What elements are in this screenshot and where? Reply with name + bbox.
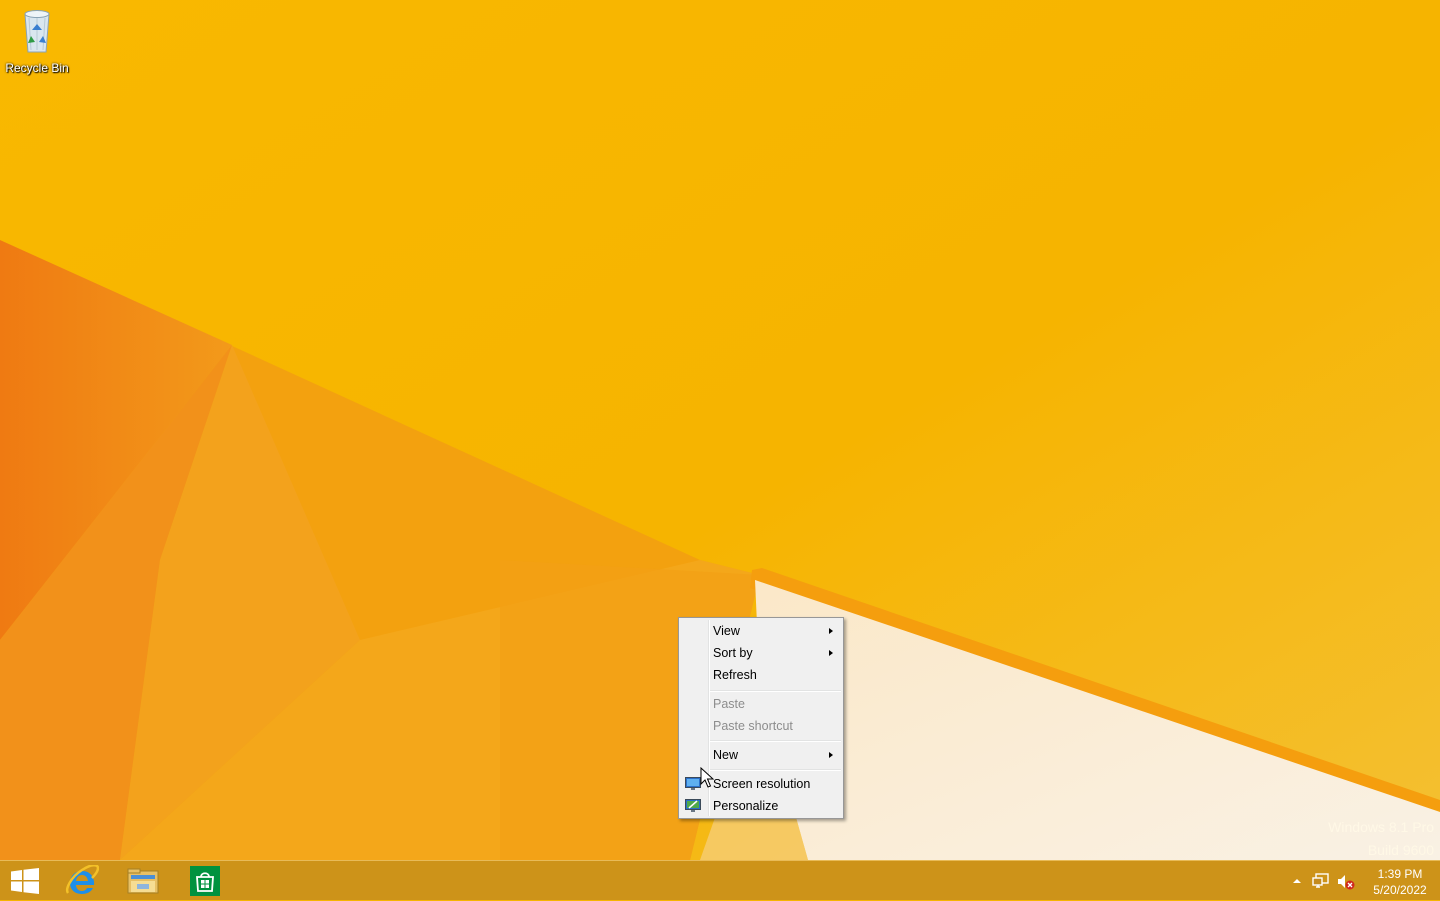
menu-item-label: Paste shortcut — [713, 719, 793, 733]
menu-item-paste-shortcut[interactable]: Paste shortcut — [681, 715, 841, 737]
file-explorer-icon — [127, 868, 159, 894]
menu-item-label: View — [713, 624, 740, 638]
menu-item-personalize[interactable]: Personalize — [681, 795, 841, 817]
recycle-bin-icon — [24, 10, 50, 53]
menu-item-view[interactable]: View — [681, 620, 841, 642]
windows-watermark: Windows 8.1 Pro Build 9600 — [1328, 816, 1434, 860]
start-button[interactable] — [0, 861, 50, 901]
internet-explorer-icon — [66, 865, 99, 894]
watermark-build: Build 9600 — [1367, 842, 1434, 858]
show-hidden-icons-arrow-icon[interactable] — [1292, 877, 1302, 885]
taskbar-internet-explorer-button[interactable] — [54, 861, 110, 901]
menu-separator — [710, 769, 841, 771]
desktop-icon-recycle-bin[interactable]: Recycle Bin — [4, 6, 70, 75]
menu-separator — [710, 740, 841, 742]
menu-item-label: Screen resolution — [713, 777, 811, 791]
taskbar-file-explorer-button[interactable] — [114, 861, 170, 901]
clock-time: 1:39 PM — [1377, 867, 1423, 881]
menu-separator — [710, 690, 841, 692]
taskbar-store-button[interactable] — [176, 861, 232, 901]
menu-item-paste[interactable]: Paste — [681, 693, 841, 715]
menu-item-label: Sort by — [713, 646, 753, 660]
menu-item-refresh[interactable]: Refresh — [681, 664, 841, 686]
clock-date: 5/20/2022 — [1373, 883, 1427, 897]
menu-item-label: Refresh — [713, 668, 757, 682]
menu-item-label: New — [713, 748, 739, 762]
submenu-arrow-icon — [829, 752, 833, 758]
store-icon — [190, 866, 220, 896]
menu-item-label: Paste — [713, 697, 745, 711]
menu-item-new[interactable]: New — [681, 744, 841, 766]
submenu-arrow-icon — [829, 650, 833, 656]
volume-muted-icon[interactable] — [1337, 873, 1355, 890]
desktop-icon-label: Recycle Bin — [5, 61, 69, 75]
menu-item-label: Personalize — [713, 799, 779, 813]
menu-item-sort-by[interactable]: Sort by — [681, 642, 841, 664]
taskbar: 1:39 PM 5/20/2022 — [0, 860, 1440, 900]
windows-logo-icon — [11, 868, 39, 894]
watermark-edition: Windows 8.1 Pro — [1328, 819, 1434, 835]
taskbar-clock[interactable]: 1:39 PM 5/20/2022 — [1364, 866, 1436, 898]
mouse-cursor-icon — [700, 767, 714, 788]
submenu-arrow-icon — [829, 628, 833, 634]
desktop[interactable]: Recycle Bin Windows 8.1 Pro Build 9600 V… — [0, 0, 1440, 860]
network-icon[interactable] — [1312, 873, 1330, 890]
personalize-icon — [685, 799, 701, 812]
screen-resolution-icon — [685, 777, 701, 790]
